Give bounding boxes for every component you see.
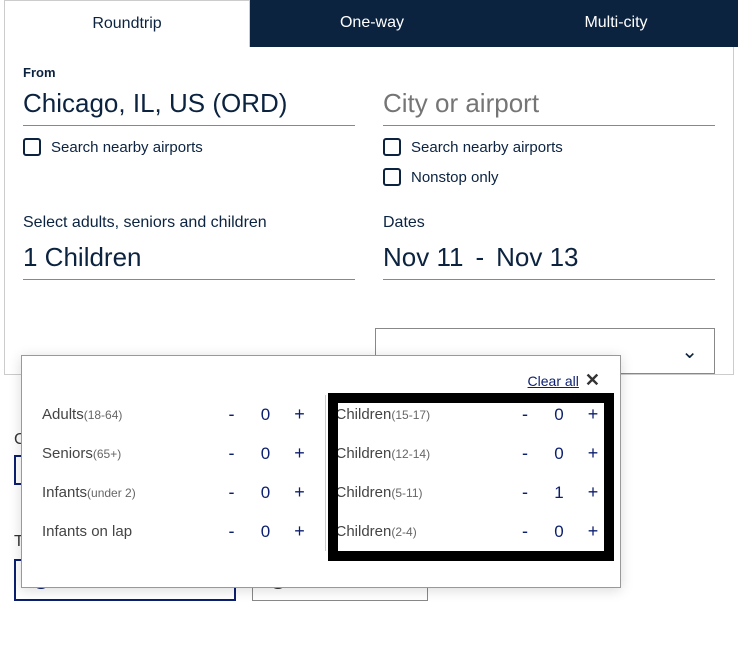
pax-row-seniors: Seniors(65+) - 0 + <box>42 434 307 473</box>
to-column: Search nearby airports Nonstop only <box>383 65 715 186</box>
passenger-popover: Clear all ✕ Adults(18-64) - 0 + Seniors(… <box>21 355 621 588</box>
pax-row-infants-lap: Infants on lap - 0 + <box>42 512 307 551</box>
tab-multicity[interactable]: Multi-city <box>494 0 738 47</box>
minus-button[interactable]: - <box>518 482 532 503</box>
plus-button[interactable]: + <box>586 443 600 464</box>
minus-button[interactable]: - <box>225 482 239 503</box>
plus-button[interactable]: + <box>586 482 600 503</box>
plus-button[interactable]: + <box>293 443 307 464</box>
passenger-right-col: Children(15-17) - 0 + Children(12-14) - … <box>326 395 601 551</box>
pax-value: 0 <box>257 444 275 464</box>
pax-row-children-15-17: Children(15-17) - 0 + <box>336 395 601 434</box>
plus-button[interactable]: + <box>586 521 600 542</box>
plus-button[interactable]: + <box>293 521 307 542</box>
tab-oneway[interactable]: One-way <box>250 0 494 47</box>
passenger-left-col: Adults(18-64) - 0 + Seniors(65+) - 0 + <box>42 395 326 551</box>
nonstop-check[interactable]: Nonstop only <box>383 168 715 186</box>
pax-value: 0 <box>550 522 568 542</box>
search-form: From Search nearby airports Search nearb… <box>4 47 734 375</box>
clear-all-link[interactable]: Clear all <box>528 373 579 389</box>
dates-field[interactable]: Nov 11 - Nov 13 <box>383 238 715 280</box>
minus-button[interactable]: - <box>225 404 239 425</box>
to-input[interactable] <box>383 86 715 126</box>
plus-button[interactable]: + <box>586 404 600 425</box>
minus-button[interactable]: - <box>518 443 532 464</box>
pax-value: 0 <box>257 483 275 503</box>
checkbox-icon <box>383 168 401 186</box>
checkbox-icon <box>383 138 401 156</box>
from-input[interactable] <box>23 86 355 126</box>
depart-date: Nov 11 <box>383 242 463 273</box>
minus-button[interactable]: - <box>518 404 532 425</box>
tab-roundtrip[interactable]: Roundtrip <box>4 0 250 47</box>
checkbox-icon <box>23 138 41 156</box>
from-label: From <box>23 65 355 80</box>
pax-row-children-5-11: Children(5-11) - 1 + <box>336 473 601 512</box>
minus-button[interactable]: - <box>225 521 239 542</box>
pax-value: 0 <box>257 522 275 542</box>
pax-value: 0 <box>550 405 568 425</box>
nearby-from-check[interactable]: Search nearby airports <box>23 138 355 156</box>
minus-button[interactable]: - <box>518 521 532 542</box>
trip-type-tabs: Roundtrip One-way Multi-city <box>4 0 738 47</box>
from-column: From Search nearby airports <box>23 65 355 186</box>
pax-value: 0 <box>257 405 275 425</box>
pax-value: 1 <box>550 483 568 503</box>
pax-row-infants: Infants(under 2) - 0 + <box>42 473 307 512</box>
plus-button[interactable]: + <box>293 404 307 425</box>
pax-row-children-12-14: Children(12-14) - 0 + <box>336 434 601 473</box>
pax-row-children-2-4: Children(2-4) - 0 + <box>336 512 601 551</box>
pax-value: 0 <box>550 444 568 464</box>
passengers-field[interactable]: 1 Children <box>23 238 355 280</box>
minus-button[interactable]: - <box>225 443 239 464</box>
passengers-label: Select adults, seniors and children <box>23 214 355 232</box>
nearby-to-check[interactable]: Search nearby airports <box>383 138 715 156</box>
chevron-down-icon: ⌄ <box>681 339 698 364</box>
return-date: Nov 13 <box>496 242 578 273</box>
plus-button[interactable]: + <box>293 482 307 503</box>
dates-label: Dates <box>383 214 715 232</box>
close-icon[interactable]: ✕ <box>585 370 600 391</box>
pax-row-adults: Adults(18-64) - 0 + <box>42 395 307 434</box>
